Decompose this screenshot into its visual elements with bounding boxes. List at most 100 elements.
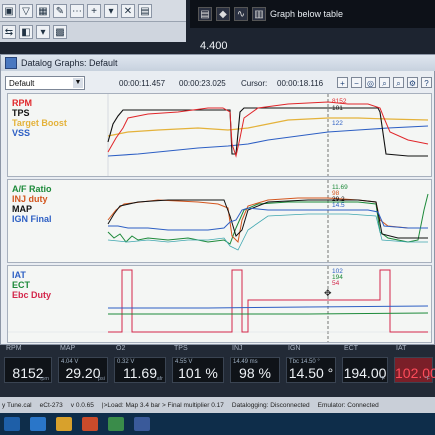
layout-select-value: Default bbox=[9, 79, 35, 88]
gauge-display: 102.00 °F bbox=[394, 357, 435, 383]
series-label: Target Boost bbox=[12, 118, 67, 128]
status-ect: eCt-273 bbox=[39, 401, 63, 409]
status-datalogging: Datalogging: Disconnected bbox=[231, 401, 310, 409]
grid-icon[interactable]: ▩ bbox=[53, 25, 67, 39]
gauge-ect: ECT 194.00 °F bbox=[340, 345, 390, 397]
series-label: IAT bbox=[12, 270, 26, 280]
toolbar-button[interactable]: ▣ bbox=[2, 3, 16, 18]
gauge-label: TPS bbox=[174, 345, 188, 352]
secondary-toolbar: ⇆ ◧ ▾ ▩ bbox=[0, 22, 186, 42]
search-icon[interactable]: ⌕ bbox=[379, 77, 390, 88]
layout-select[interactable]: Default ▼ bbox=[5, 76, 85, 90]
gauge-display: 194.00 °F bbox=[342, 357, 388, 383]
pane3-plot: ✥ bbox=[8, 266, 431, 342]
zoom-fit-icon[interactable]: ◎ bbox=[365, 77, 376, 88]
status-file: y Tune.cal bbox=[2, 401, 32, 409]
settings-icon[interactable]: ⚙ bbox=[407, 77, 418, 88]
start-icon[interactable] bbox=[4, 417, 20, 431]
gauge-display: 4.04 V 29.20 psi bbox=[58, 357, 108, 383]
datalog-graphs-window: Datalog Graphs: Default Default ▼ 00:00:… bbox=[0, 54, 435, 345]
color-icon[interactable]: ◆ bbox=[216, 7, 230, 21]
gauge-tps: TPS 4.55 V 101 % bbox=[170, 345, 226, 397]
gauge-label: ECT bbox=[344, 345, 358, 352]
app-icon[interactable] bbox=[82, 417, 98, 431]
status-bar: y Tune.cal eCt-273 v 0.0.65 |>Load: Map … bbox=[0, 397, 435, 413]
gauge-value: 98 % bbox=[239, 365, 271, 381]
series-label: A/F Ratio bbox=[12, 184, 52, 194]
gauge-label: MAP bbox=[60, 345, 76, 352]
cursor-label: Cursor: bbox=[241, 79, 268, 88]
gauge-display: 4.55 V 101 % bbox=[172, 357, 224, 383]
add-icon[interactable]: + bbox=[87, 3, 101, 18]
gauge-inj: INJ 14.49 ms 98 % bbox=[228, 345, 282, 397]
cursor-value: 122 bbox=[332, 120, 343, 127]
gauge-label: INJ bbox=[232, 345, 243, 352]
table-icon[interactable]: ▤ bbox=[138, 3, 152, 18]
chevron-down-icon[interactable]: ▾ bbox=[36, 25, 50, 39]
zoom-out-icon[interactable]: − bbox=[351, 77, 362, 88]
arrow-icon[interactable]: ⇆ bbox=[2, 25, 16, 39]
time-start: 00:00:11.457 bbox=[119, 79, 166, 88]
folder-icon[interactable] bbox=[56, 417, 72, 431]
cursor-time: 00:00:18.116 bbox=[277, 79, 324, 88]
grid-icon[interactable]: ▦ bbox=[36, 3, 50, 18]
status-version: v 0.0.65 bbox=[70, 401, 94, 409]
gauge-label: IAT bbox=[396, 345, 407, 352]
gauge-label: O2 bbox=[116, 345, 126, 352]
graph-pane-temps[interactable]: ✥ IAT ECT Ebc Duty 102 194 54 bbox=[7, 265, 432, 343]
gauge-rpm: RPM 8152 rpm bbox=[2, 345, 54, 397]
gauge-display: 14.49 ms 98 % bbox=[230, 357, 280, 383]
app-icon[interactable] bbox=[134, 417, 150, 431]
graph-toolbar: ▤ ◆ ∿ ▥ Graph below table bbox=[190, 0, 435, 28]
window-title: Datalog Graphs: Default bbox=[21, 58, 118, 68]
gauge-ign: IGN Tbc 14.50 ° 14.50 ° bbox=[284, 345, 338, 397]
search-icon[interactable]: ⌕ bbox=[393, 77, 404, 88]
color-icon[interactable]: ◧ bbox=[19, 25, 33, 39]
cursor-value: 8152 bbox=[332, 98, 347, 105]
app-icon bbox=[5, 57, 17, 69]
chevron-down-icon[interactable]: ▾ bbox=[104, 3, 118, 18]
cursor-value: 101 bbox=[332, 105, 343, 112]
window-titlebar[interactable]: Datalog Graphs: Default bbox=[1, 55, 435, 71]
status-load: |>Load: Map 3.4 bar > Final multiplier 0… bbox=[101, 401, 224, 409]
graph-pane-fuel[interactable]: A/F Ratio INJ duty MAP IGN Final 11.69 98 29.2… bbox=[7, 179, 432, 263]
series-label: ECT bbox=[12, 280, 30, 290]
gauge-iat: IAT 102.00 °F bbox=[392, 345, 435, 397]
dots-icon[interactable]: ⋯ bbox=[70, 3, 84, 18]
zoom-in-icon[interactable]: + bbox=[337, 77, 348, 88]
graph-below-table-label[interactable]: Graph below table bbox=[270, 9, 343, 19]
gauge-o2: O2 0.32 V 11.69 afr bbox=[112, 345, 168, 397]
pane1-plot bbox=[107, 94, 429, 176]
gauge-value: 101 % bbox=[178, 365, 218, 381]
graph-pane-engine[interactable]: RPM TPS Target Boost VSS 8152 101 122 bbox=[7, 93, 432, 177]
browser-icon[interactable] bbox=[30, 417, 46, 431]
series-label: RPM bbox=[12, 98, 32, 108]
app-icon[interactable] bbox=[108, 417, 124, 431]
help-icon[interactable]: ? bbox=[421, 77, 432, 88]
gauge-unit: °F bbox=[379, 376, 385, 382]
filter-icon[interactable]: ▽ bbox=[19, 3, 33, 18]
cursor-crosshair-icon: ✥ bbox=[324, 289, 332, 299]
gauge-display: Tbc 14.50 ° 14.50 ° bbox=[286, 357, 336, 383]
status-emulator: Emulator: Connected bbox=[317, 401, 379, 409]
gauge-label: IGN bbox=[288, 345, 301, 352]
series-label: Ebc Duty bbox=[12, 290, 52, 300]
graph-icon[interactable]: ▤ bbox=[198, 7, 212, 21]
chart-icon[interactable]: ▥ bbox=[252, 7, 266, 21]
time-end: 00:00:23.025 bbox=[179, 79, 226, 88]
gauge-unit: afr bbox=[156, 376, 163, 382]
gauge-display: 8152 rpm bbox=[4, 357, 52, 383]
pencil-icon[interactable]: ✎ bbox=[53, 3, 67, 18]
gauge-unit: psi bbox=[97, 376, 105, 382]
gauge-map: MAP 4.04 V 29.20 psi bbox=[56, 345, 110, 397]
gauge-unit: rpm bbox=[39, 376, 49, 382]
pane2-plot bbox=[107, 180, 429, 262]
windows-taskbar bbox=[0, 413, 435, 435]
chevron-down-icon[interactable]: ▼ bbox=[73, 78, 83, 88]
series-label: TPS bbox=[12, 108, 30, 118]
gauge-label: RPM bbox=[6, 345, 22, 352]
gauge-unit: °F bbox=[424, 376, 430, 382]
wave-icon[interactable]: ∿ bbox=[234, 7, 248, 21]
close-icon[interactable]: ✕ bbox=[121, 3, 135, 18]
cursor-value: 54 bbox=[332, 280, 340, 287]
